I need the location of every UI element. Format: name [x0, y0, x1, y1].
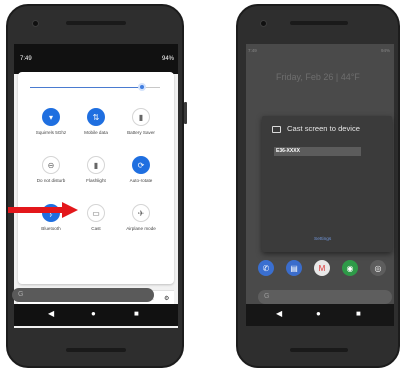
at-a-glance-widget: Friday, Feb 26 | 44°F — [276, 72, 360, 82]
cast-screen-dialog: Cast screen to device E36-XXXX Settings — [262, 116, 392, 252]
overview-icon[interactable]: ■ — [134, 309, 139, 318]
tile-label: Do not disturb — [36, 178, 66, 183]
tile-label: Bluetooth — [41, 226, 61, 231]
arrow-head — [62, 202, 78, 218]
tile-auto-rotate[interactable]: ⟳ Auto-rotate — [116, 156, 166, 206]
status-bar: 7:49 94% — [14, 44, 178, 74]
camera-app-icon[interactable]: ◎ — [370, 260, 386, 276]
earpiece — [66, 21, 126, 25]
arrow-shaft — [8, 207, 64, 213]
power-button[interactable] — [184, 102, 187, 124]
dialog-title: Cast screen to device — [287, 124, 361, 133]
tile-mobile-data[interactable]: ⇅ Mobile data — [71, 108, 121, 158]
front-camera — [32, 20, 39, 27]
red-pointer-arrow — [8, 202, 78, 218]
tile-label: Airplane mode — [126, 226, 156, 231]
messages-app-icon[interactable]: ▤ — [286, 260, 302, 276]
brightness-slider-thumb[interactable] — [138, 83, 146, 91]
tile-wifi[interactable]: ▾ Squirrels 5Ghz — [26, 108, 76, 158]
google-search-bar[interactable]: G — [258, 290, 392, 304]
tile-do-not-disturb[interactable]: ⊖ Do not disturb — [26, 156, 76, 206]
do-not-disturb-icon: ⊖ — [42, 156, 60, 174]
status-battery: 94% — [380, 48, 390, 53]
brightness-slider-rest — [144, 87, 160, 88]
home-icon[interactable]: ● — [316, 309, 321, 318]
tile-flashlight[interactable]: ▮ Flashlight — [71, 156, 121, 206]
gmail-app-icon[interactable]: M — [314, 260, 330, 276]
navigation-bar: ◀ ● ■ — [246, 304, 394, 326]
chrome-app-icon[interactable]: ◉ — [342, 260, 358, 276]
screenshot-canvas: 7:49 94% ▾ Squirrels 5Ghz ⇅ Mobile data … — [0, 0, 405, 370]
bottom-speaker — [290, 348, 348, 352]
google-g-icon: G — [264, 293, 270, 300]
mobile-data-icon: ⇅ — [87, 108, 105, 126]
back-icon[interactable]: ◀ — [276, 309, 282, 318]
bottom-speaker — [66, 348, 126, 352]
navigation-bar: ◀ ● ■ — [14, 304, 178, 326]
status-time: 7:49 — [248, 48, 257, 53]
earpiece — [290, 21, 348, 25]
quick-settings-panel: ▾ Squirrels 5Ghz ⇅ Mobile data ▮ Battery… — [18, 72, 174, 284]
cast-icon — [272, 126, 281, 133]
tile-label: Battery Saver — [127, 130, 155, 135]
back-icon[interactable]: ◀ — [48, 309, 54, 318]
status-battery: 94% — [161, 56, 174, 62]
gear-icon[interactable]: ⚙ — [164, 295, 169, 302]
tile-label: Cast — [91, 226, 101, 231]
google-g-icon: G — [18, 291, 24, 298]
auto-rotate-icon: ⟳ — [132, 156, 150, 174]
quick-settings-screen: 7:49 94% ▾ Squirrels 5Ghz ⇅ Mobile data … — [14, 44, 178, 328]
tile-battery-saver[interactable]: ▮ Battery Saver — [116, 108, 166, 158]
settings-button[interactable]: Settings — [314, 237, 331, 242]
phone-app-icon[interactable]: ✆ — [258, 260, 274, 276]
battery-saver-icon: ▮ — [132, 108, 150, 126]
tile-airplane-mode[interactable]: ✈ Airplane mode — [116, 204, 166, 254]
flashlight-icon: ▮ — [87, 156, 105, 174]
tile-label: Squirrels 5Ghz — [35, 130, 67, 135]
airplane-icon: ✈ — [132, 204, 150, 222]
wifi-icon: ▾ — [42, 108, 60, 126]
front-camera — [260, 20, 267, 27]
home-icon[interactable]: ● — [91, 309, 96, 318]
tile-label: Mobile data — [84, 130, 108, 135]
status-time: 7:49 — [20, 56, 32, 62]
tile-label: Flashlight — [86, 178, 106, 183]
google-search-bar[interactable]: G — [12, 288, 154, 302]
cast-device-item[interactable]: E36-XXXX — [274, 147, 361, 156]
cast-icon: ▭ — [87, 204, 105, 222]
overview-icon[interactable]: ■ — [356, 309, 361, 318]
tile-label: Auto-rotate — [129, 178, 153, 183]
